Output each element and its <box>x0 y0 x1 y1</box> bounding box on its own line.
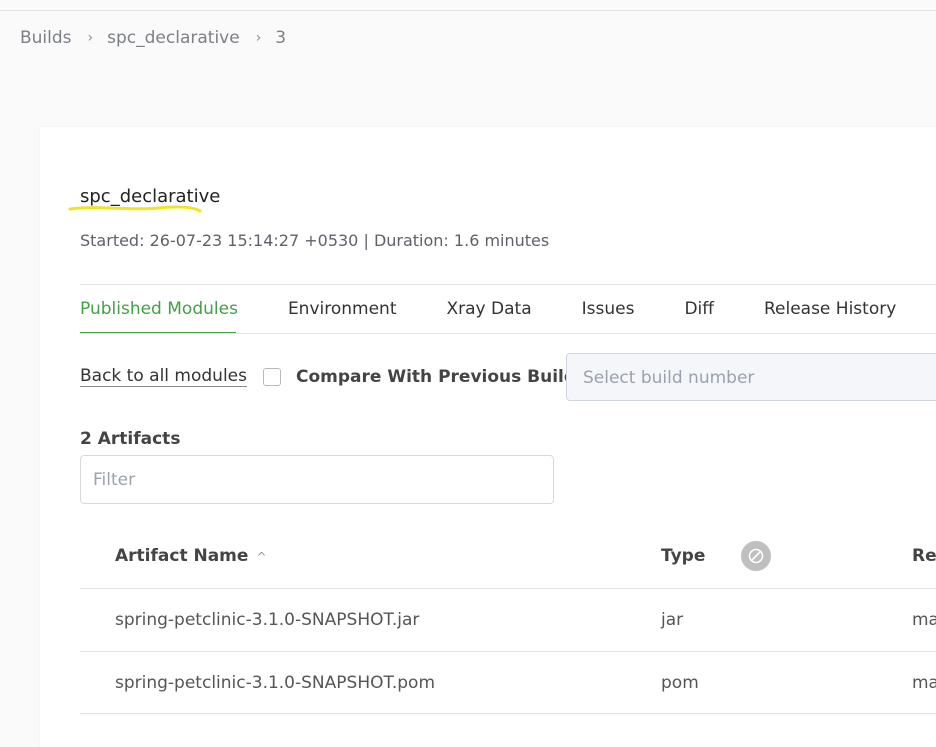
tab-issues[interactable]: Issues <box>582 299 635 323</box>
tab-release-history[interactable]: Release History <box>764 299 896 323</box>
artifact-name-cell[interactable]: spring-petclinic-3.1.0-SNAPSHOT.pom <box>115 673 435 693</box>
column-header-repo[interactable]: Rep <box>912 546 936 566</box>
back-to-all-modules-link[interactable]: Back to all modules <box>80 366 247 387</box>
tab-diff[interactable]: Diff <box>684 299 714 323</box>
table-row-divider <box>80 713 936 714</box>
compare-label[interactable]: Compare With Previous Build <box>296 367 576 387</box>
breadcrumb-builds[interactable]: Builds <box>20 28 72 48</box>
chevron-right-icon: › <box>87 30 94 46</box>
breadcrumb: Builds › spc_declarative › 3 <box>20 26 286 50</box>
top-divider <box>0 10 936 11</box>
started-label: Started: <box>80 231 145 250</box>
tab-bar: Published Modules Environment Xray Data … <box>80 299 936 323</box>
highlight-underline-annotation <box>68 205 202 213</box>
artifacts-count: 2 Artifacts <box>80 429 181 449</box>
compare-checkbox[interactable] <box>263 368 281 386</box>
build-details-card: spc_declarative Started: 26-07-23 15:14:… <box>40 127 936 747</box>
column-header-label: Artifact Name <box>115 546 249 566</box>
sort-ascending-icon[interactable]: ^ <box>256 550 266 564</box>
tab-environment[interactable]: Environment <box>288 299 397 323</box>
hide-columns-icon[interactable] <box>741 541 771 571</box>
breadcrumb-build-name[interactable]: spc_declarative <box>107 28 240 48</box>
build-meta: Started: 26-07-23 15:14:27 +0530 | Durat… <box>80 231 549 250</box>
tabs-bottom-border <box>80 333 936 334</box>
build-number-select[interactable]: Select build number <box>566 353 936 401</box>
artifact-repo-cell: ma <box>912 673 936 693</box>
tab-xray-data[interactable]: Xray Data <box>447 299 532 323</box>
select-placeholder: Select build number <box>583 368 755 388</box>
artifact-type-cell: pom <box>661 673 699 693</box>
filter-input[interactable] <box>80 455 554 504</box>
tab-published-modules[interactable]: Published Modules <box>80 299 238 323</box>
meta-divider: | <box>363 231 369 250</box>
artifact-name-cell[interactable]: spring-petclinic-3.1.0-SNAPSHOT.jar <box>115 610 419 630</box>
duration-label: Duration: <box>373 231 449 250</box>
breadcrumb-build-number: 3 <box>275 28 287 48</box>
column-header-artifact-name[interactable]: Artifact Name ^ <box>115 546 267 566</box>
column-header-type[interactable]: Type <box>661 546 705 566</box>
duration-value: 1.6 minutes <box>453 231 550 250</box>
table-header-divider <box>80 588 936 589</box>
tabs-top-border <box>80 284 936 285</box>
chevron-right-icon: › <box>255 30 262 46</box>
artifact-type-cell: jar <box>661 610 684 630</box>
started-value: 26-07-23 15:14:27 +0530 <box>149 231 359 250</box>
table-row-divider <box>80 651 936 652</box>
artifact-repo-cell: ma <box>912 610 936 630</box>
